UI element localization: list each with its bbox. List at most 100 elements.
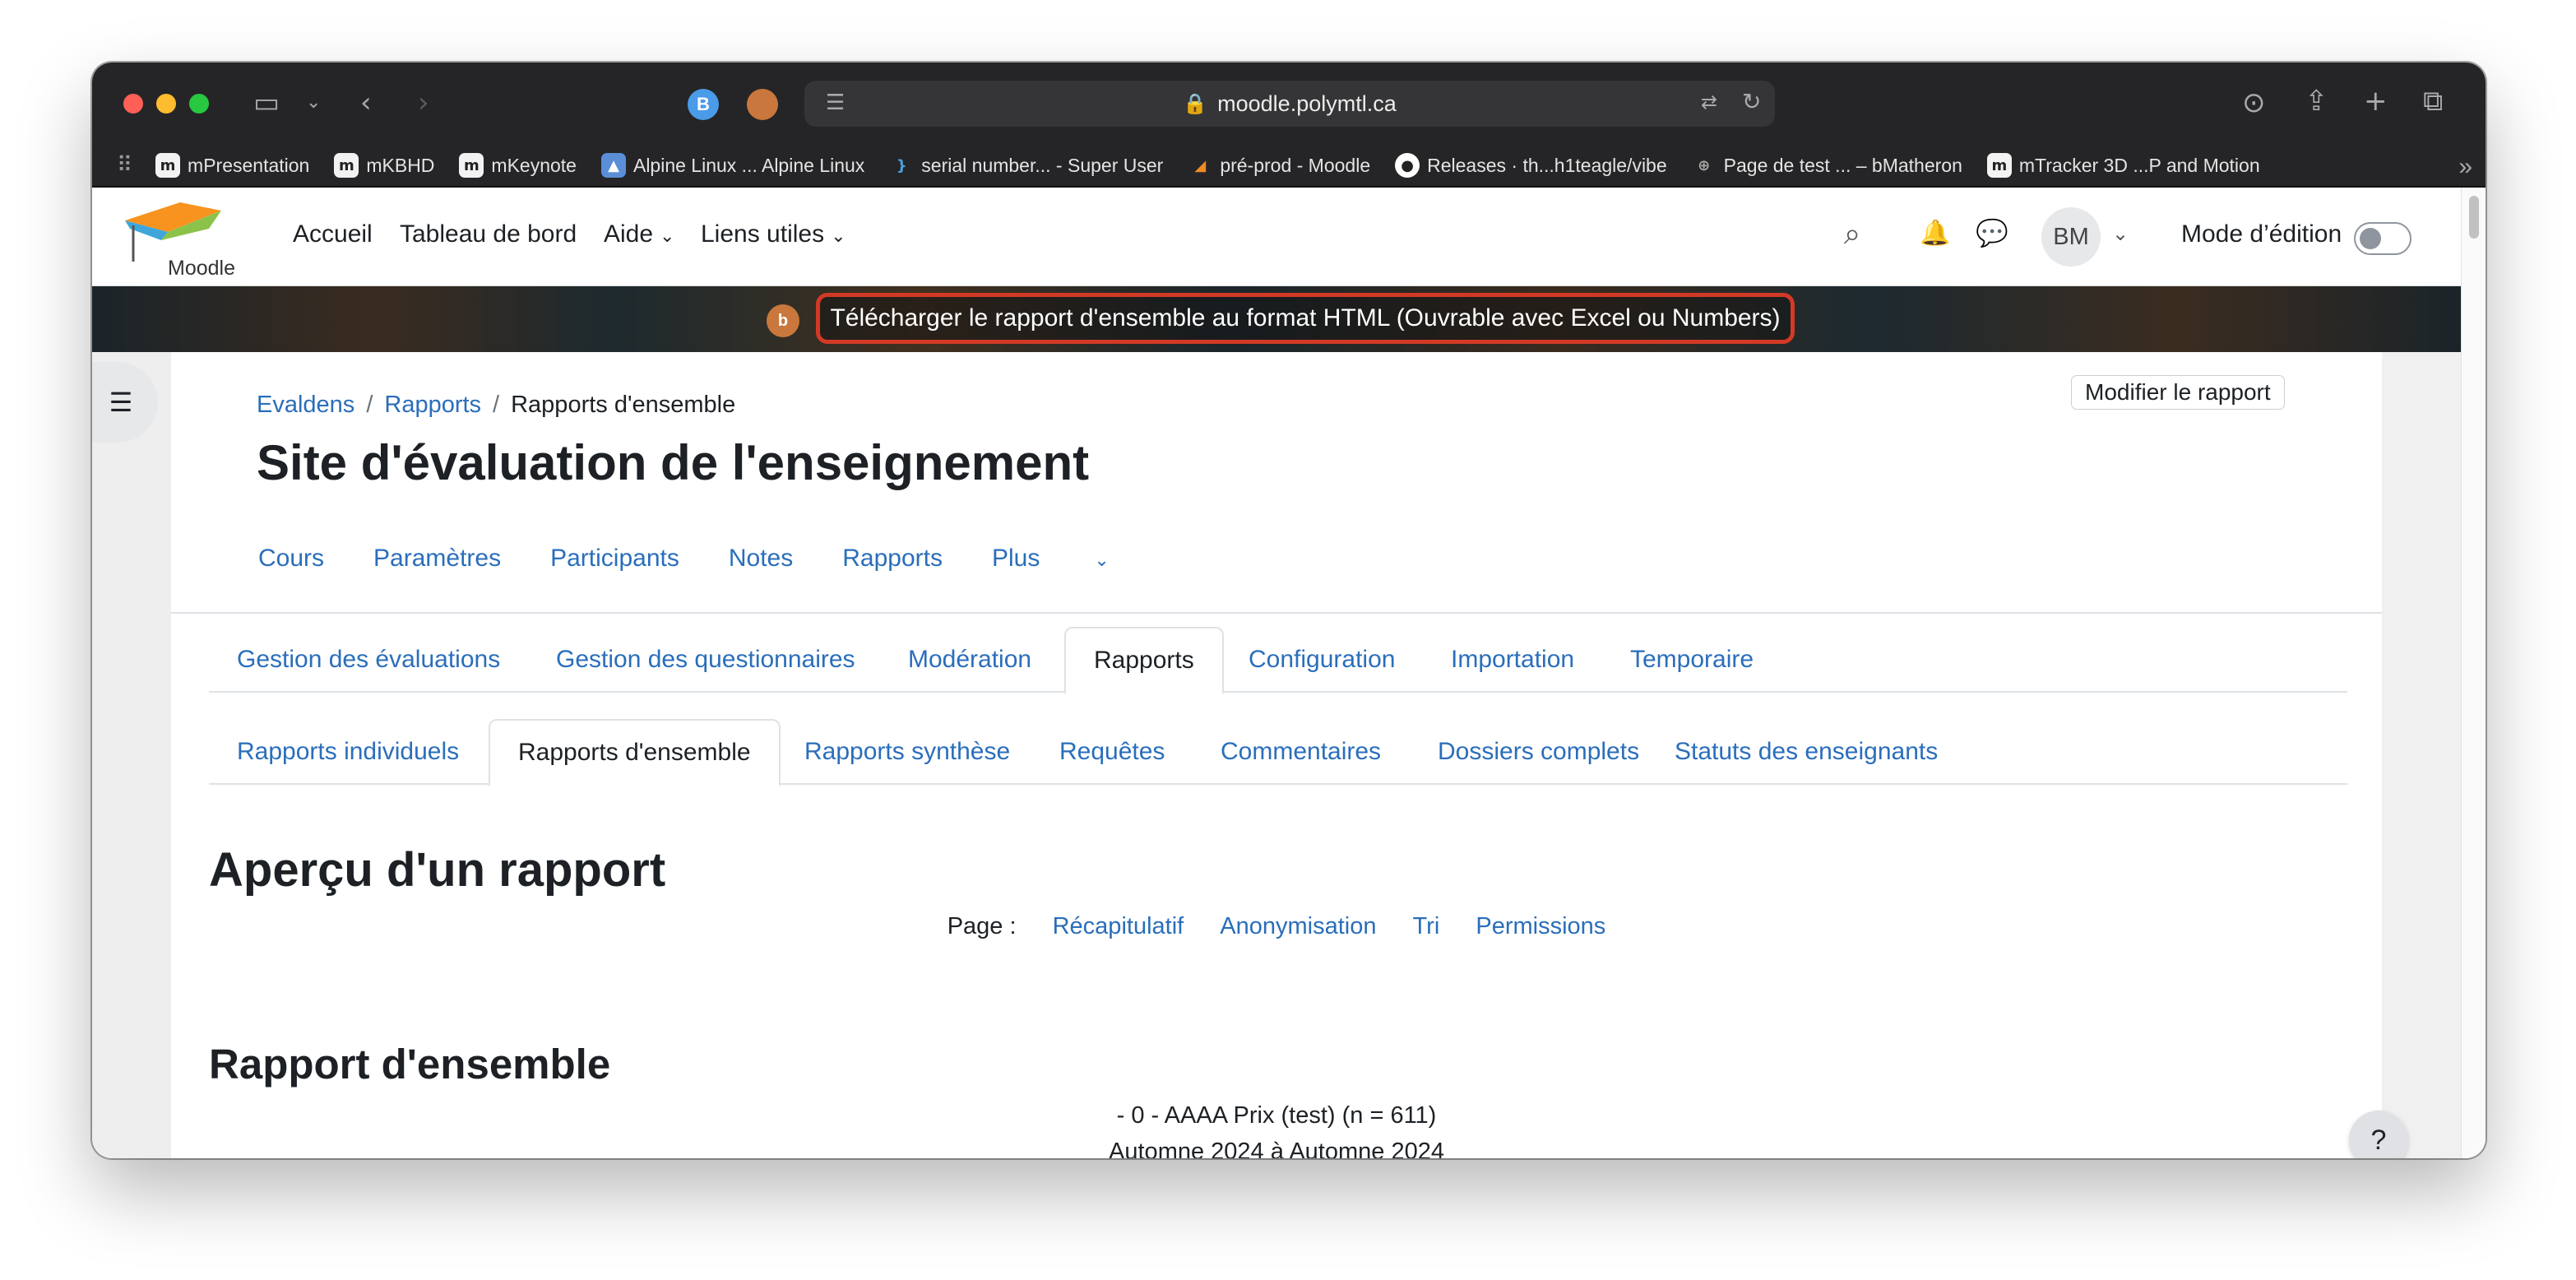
page-viewport: Moodle Accueil Tableau de bord Aide ⌄ Lie… xyxy=(92,188,2461,1158)
nav-home[interactable]: Accueil xyxy=(293,220,373,248)
tab-rapports-ensemble[interactable]: Rapports d'ensemble xyxy=(489,719,781,786)
pager-permissions[interactable]: Permissions xyxy=(1476,913,1605,939)
tab-moderation[interactable]: Modération xyxy=(880,627,1059,693)
primary-tabs: Gestion des évaluations Gestion des ques… xyxy=(209,627,2347,694)
forward-arrow-icon[interactable]: › xyxy=(418,89,429,117)
bookmark-item[interactable]: ● Releases · th...h1teagle/vibe xyxy=(1395,153,1667,178)
pager-tri[interactable]: Tri xyxy=(1413,913,1440,939)
breadcrumb-rapports[interactable]: Rapports xyxy=(384,392,481,418)
more-bookmarks-icon[interactable]: » xyxy=(2458,153,2472,181)
course-nav-rapports[interactable]: Rapports xyxy=(842,545,943,572)
report-subtitle: - 0 - AAAA Prix (test) (n = 611) xyxy=(1116,1102,1437,1129)
toggle-knob xyxy=(2360,228,2381,249)
chevron-down-icon[interactable]: ⌄ xyxy=(2112,222,2129,245)
bookmark-item[interactable]: m mPresentation xyxy=(155,153,309,178)
bookmark-item[interactable]: } serial number... - Super User xyxy=(889,153,1163,178)
moodle-logo[interactable]: Moodle xyxy=(118,196,235,280)
apercu-heading: Aperçu d'un rapport xyxy=(209,843,666,897)
tab-gestion-evaluations[interactable]: Gestion des évaluations xyxy=(209,627,528,693)
tab-dossiers-complets[interactable]: Dossiers complets xyxy=(1410,719,1667,785)
bell-icon[interactable]: 🔔 xyxy=(1920,219,1950,248)
edit-report-button[interactable]: Modifier le rapport xyxy=(2071,375,2285,410)
tab-gestion-questionnaires[interactable]: Gestion des questionnaires xyxy=(528,627,883,693)
avatar[interactable]: BM xyxy=(2041,207,2101,267)
breadcrumb: Evaldens / Rapports / Rapports d'ensemble xyxy=(257,392,735,419)
profile-badge[interactable]: B xyxy=(688,89,719,120)
page-title: Site d'évaluation de l'enseignement xyxy=(257,435,1090,490)
chat-icon[interactable]: 💬 xyxy=(1976,217,2008,248)
bookmark-label: mPresentation xyxy=(188,154,310,176)
main-content: Evaldens / Rapports / Rapports d'ensemble Mo… xyxy=(171,352,2382,1158)
tab-requetes[interactable]: Requêtes xyxy=(1031,719,1193,785)
nav-useful-links[interactable]: Liens utiles ⌄ xyxy=(701,220,846,248)
breadcrumb-current: Rapports d'ensemble xyxy=(511,392,736,418)
bookmark-label: mKBHD xyxy=(366,154,435,176)
tab-rapports-synthese[interactable]: Rapports synthèse xyxy=(776,719,1038,785)
pager-recapitulatif[interactable]: Récapitulatif xyxy=(1053,913,1184,939)
course-nav-cours[interactable]: Cours xyxy=(258,545,324,572)
nav-links-label: Liens utiles xyxy=(701,220,825,248)
lock-icon: 🔒 xyxy=(1183,92,1208,115)
browser-toolbar: ▭ ⌄ ‹ › B 🔒 moodle.polymtl.ca ☰ ⇄ ↻ ⊙ ⇪ … xyxy=(92,63,2486,145)
bookmark-item[interactable]: m mTracker 3D ...P and Motion xyxy=(1986,153,2260,178)
tab-temporaire[interactable]: Temporaire xyxy=(1602,627,1781,693)
course-nav-parametres[interactable]: Paramètres xyxy=(373,545,501,572)
bookmark-label: Page de test ... – bMatheron xyxy=(1723,154,1962,176)
background-decoration xyxy=(2382,352,2461,1158)
bookmark-item[interactable]: ⊕ Page de test ... – bMatheron xyxy=(1692,153,1962,178)
sidebar-toggle-icon[interactable]: ▭ xyxy=(253,89,280,117)
tab-configuration[interactable]: Configuration xyxy=(1221,627,1423,693)
scrollbar[interactable] xyxy=(2461,188,2486,1158)
grid-icon[interactable]: ⠿ xyxy=(117,153,132,178)
back-arrow-icon[interactable]: ‹ xyxy=(360,89,372,117)
browser-window: ▭ ⌄ ‹ › B 🔒 moodle.polymtl.ca ☰ ⇄ ↻ ⊙ ⇪ … xyxy=(92,63,2486,1158)
course-nav-plus[interactable]: Plus ⌄ xyxy=(992,545,1159,572)
pager-anonymisation[interactable]: Anonymisation xyxy=(1220,913,1376,939)
divider xyxy=(171,612,2382,614)
address-bar[interactable]: 🔒 moodle.polymtl.ca xyxy=(804,81,1775,127)
search-icon[interactable]: ⌕ xyxy=(1844,217,1860,252)
tab-rapports-individuels[interactable]: Rapports individuels xyxy=(209,719,487,785)
nav-help[interactable]: Aide ⌄ xyxy=(604,220,674,248)
breadcrumb-separator: / xyxy=(366,392,373,418)
tab-commentaires[interactable]: Commentaires xyxy=(1193,719,1409,785)
page-menu-icon[interactable]: ☰ xyxy=(826,92,845,114)
download-icon[interactable]: ⊙ xyxy=(2242,89,2266,117)
moodle-m-icon: m xyxy=(155,153,181,178)
tab-statuts-enseignants[interactable]: Statuts des enseignants xyxy=(1647,719,1966,785)
bookmark-label: Alpine Linux ... Alpine Linux xyxy=(632,154,865,176)
bookmark-item[interactable]: m mKeynote xyxy=(459,153,577,178)
superuser-icon: } xyxy=(896,156,907,174)
share-icon[interactable]: ⇪ xyxy=(2305,87,2328,115)
bookmarks-bar: ⠿ m mPresentation m mKBHD m mKeynote ▲ Alpin… xyxy=(92,145,2486,188)
extension-icon[interactable] xyxy=(747,89,778,120)
tab-overview-icon[interactable]: ⧉ xyxy=(2423,87,2443,115)
alpine-icon: ▲ xyxy=(600,153,626,178)
download-report-link[interactable]: Télécharger le rapport d'ensemble au for… xyxy=(816,293,1795,344)
course-nav-notes[interactable]: Notes xyxy=(729,545,793,572)
minimize-window-button[interactable] xyxy=(156,94,176,114)
nav-dashboard[interactable]: Tableau de bord xyxy=(400,220,577,248)
translate-icon[interactable]: ⇄ xyxy=(1701,92,1717,112)
zoom-window-button[interactable] xyxy=(189,94,209,114)
bookmark-item[interactable]: m mKBHD xyxy=(334,153,434,178)
chevron-down-icon: ⌄ xyxy=(660,225,675,246)
secondary-tabs: Rapports individuels Rapports d'ensemble… xyxy=(209,719,2347,786)
breadcrumb-evaldens[interactable]: Evaldens xyxy=(257,392,354,418)
edit-mode-toggle[interactable] xyxy=(2354,222,2412,255)
bookmark-label: mKeynote xyxy=(491,154,577,176)
tab-rapports[interactable]: Rapports xyxy=(1064,627,1224,694)
close-window-button[interactable] xyxy=(123,94,143,114)
new-tab-icon[interactable]: + xyxy=(2364,87,2388,115)
bookmark-item[interactable]: ◢ pré-prod - Moodle xyxy=(1188,153,1370,178)
chevron-down-icon[interactable]: ⌄ xyxy=(306,94,321,112)
scrollbar-thumb[interactable] xyxy=(2469,196,2479,239)
tab-importation[interactable]: Importation xyxy=(1423,627,1602,693)
moodle-m-icon: m xyxy=(459,153,484,178)
course-nav-participants[interactable]: Participants xyxy=(550,545,679,572)
reload-icon[interactable]: ↻ xyxy=(1742,90,1761,114)
background-decoration xyxy=(92,352,171,1158)
bookmark-item[interactable]: ▲ Alpine Linux ... Alpine Linux xyxy=(600,153,865,178)
address-url: moodle.polymtl.ca xyxy=(1217,90,1397,116)
course-secondary-nav: Cours Paramètres Participants Notes Rapports… xyxy=(258,545,1208,573)
